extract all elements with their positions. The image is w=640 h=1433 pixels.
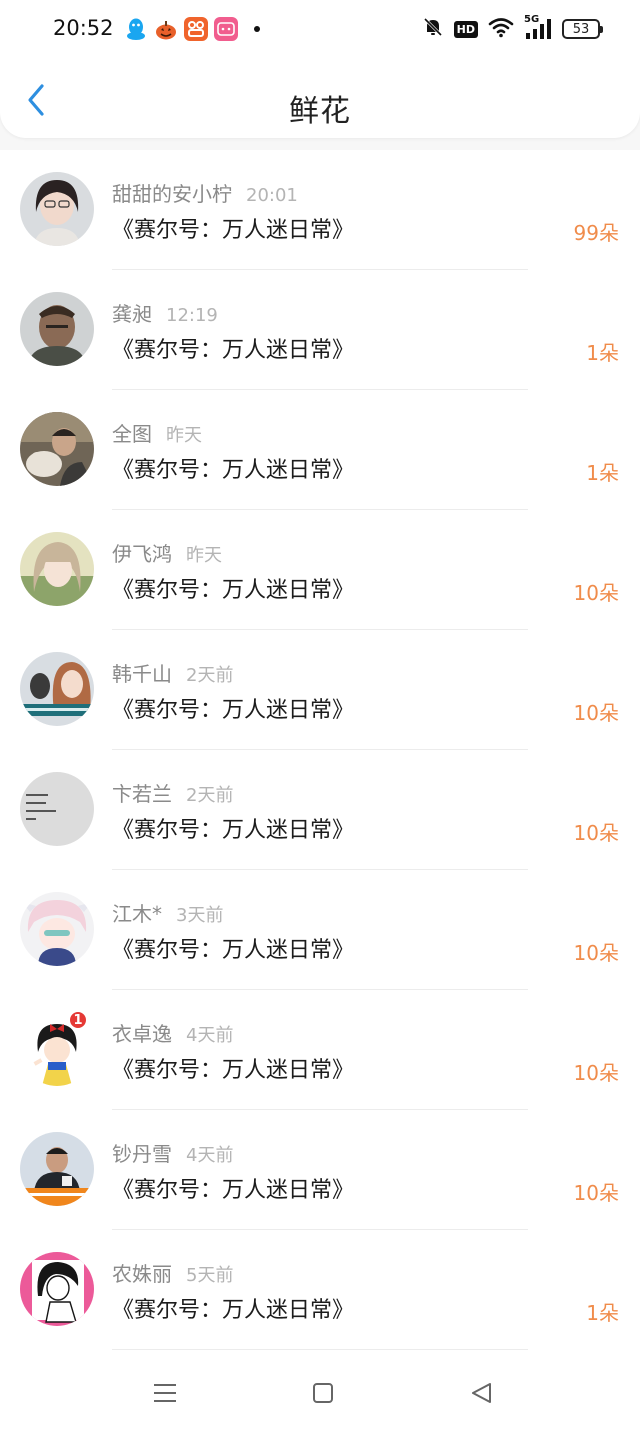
user-name: 农姝丽 5天前	[112, 1262, 234, 1286]
list-item[interactable]: 全图 昨天 《赛尔号：万人迷日常》 1朵	[0, 390, 640, 510]
timestamp: 4天前	[186, 1025, 234, 1046]
book-title: 《赛尔号：万人迷日常》	[112, 1178, 355, 1203]
book-title: 《赛尔号：万人迷日常》	[112, 698, 355, 723]
pink-app-icon	[214, 17, 238, 41]
pumpkin-app-icon	[154, 17, 178, 41]
flower-count: 10朵	[573, 581, 619, 605]
status-app-icons	[124, 16, 260, 42]
timestamp: 3天前	[176, 905, 224, 926]
notification-dot-icon	[254, 26, 260, 32]
book-title: 《赛尔号：万人迷日常》	[112, 818, 355, 843]
list-item[interactable]: 韩千山 2天前 《赛尔号：万人迷日常》 10朵	[0, 630, 640, 750]
user-name: 钞丹雪 4天前	[112, 1142, 234, 1166]
user-name: 全图 昨天	[112, 422, 202, 446]
avatar[interactable]	[20, 172, 94, 246]
timestamp: 4天前	[186, 1145, 234, 1166]
flower-count: 99朵	[573, 221, 619, 245]
book-title: 《赛尔号：万人迷日常》	[112, 1058, 355, 1083]
list-item[interactable]: 钞丹雪 4天前 《赛尔号：万人迷日常》 10朵	[0, 1110, 640, 1230]
status-time: 20:52	[53, 16, 114, 40]
timestamp: 5天前	[186, 1265, 234, 1286]
flower-count: 10朵	[573, 701, 619, 725]
qq-penguin-icon	[124, 17, 148, 41]
user-name: 衣卓逸 4天前	[112, 1022, 234, 1046]
triangle-back-icon	[472, 1383, 491, 1403]
back-nav-button[interactable]	[466, 1378, 496, 1408]
menu-icon	[154, 1384, 176, 1402]
signal-icon: 5G	[524, 14, 552, 40]
list-item[interactable]: 农姝丽 5天前 《赛尔号：万人迷日常》 1朵	[0, 1230, 640, 1350]
flower-count: 1朵	[586, 461, 619, 485]
list-item[interactable]: 伊飞鸿 昨天 《赛尔号：万人迷日常》 10朵	[0, 510, 640, 630]
book-title: 《赛尔号：万人迷日常》	[112, 578, 355, 603]
flower-list: 甜甜的安小柠 20:01 《赛尔号：万人迷日常》 99朵 龚昶 12:19 《赛尔号…	[0, 150, 640, 1350]
book-title: 《赛尔号：万人迷日常》	[112, 218, 355, 243]
page-title: 鲜花	[289, 94, 351, 129]
user-name: 甜甜的安小柠 20:01	[112, 182, 298, 206]
top-card: 20:52 HD 5G 53 鲜花	[0, 0, 640, 138]
flower-count: 10朵	[573, 941, 619, 965]
timestamp: 2天前	[186, 785, 234, 806]
timestamp: 2天前	[186, 665, 234, 686]
list-item[interactable]: 龚昶 12:19 《赛尔号：万人迷日常》 1朵	[0, 270, 640, 390]
hd-badge: HD	[453, 20, 478, 38]
list-item[interactable]: 江木* 3天前 《赛尔号：万人迷日常》 10朵	[0, 870, 640, 990]
nav-bar: 鲜花	[0, 58, 640, 138]
user-name: 卞若兰 2天前	[112, 782, 234, 806]
book-title: 《赛尔号：万人迷日常》	[112, 458, 355, 483]
list-item[interactable]: 卞若兰 2天前 《赛尔号：万人迷日常》 10朵	[0, 750, 640, 870]
flower-count: 10朵	[573, 1181, 619, 1205]
flower-count: 10朵	[573, 821, 619, 845]
book-title: 《赛尔号：万人迷日常》	[112, 338, 355, 363]
orange-app-icon	[184, 17, 208, 41]
list-item[interactable]: 甜甜的安小柠 20:01 《赛尔号：万人迷日常》 99朵	[0, 150, 640, 270]
user-name: 伊飞鸿 昨天	[112, 542, 222, 566]
timestamp: 12:19	[166, 305, 218, 326]
timestamp: 20:01	[246, 185, 298, 206]
book-title: 《赛尔号：万人迷日常》	[112, 1298, 355, 1323]
avatar[interactable]	[20, 1132, 94, 1206]
system-nav-bar	[0, 1350, 640, 1433]
menu-button[interactable]	[150, 1378, 180, 1408]
wifi-icon	[488, 16, 514, 42]
user-name: 江木* 3天前	[112, 902, 224, 926]
list-item[interactable]: 1 衣卓逸 4天前 《赛尔号：万人迷日常》 10朵	[0, 990, 640, 1110]
unread-badge: 1	[68, 1010, 88, 1030]
book-title: 《赛尔号：万人迷日常》	[112, 938, 355, 963]
flower-count: 10朵	[573, 1061, 619, 1085]
avatar[interactable]	[20, 652, 94, 726]
avatar[interactable]	[20, 412, 94, 486]
user-name: 龚昶 12:19	[112, 302, 218, 326]
avatar[interactable]	[20, 892, 94, 966]
mute-bell-icon	[422, 16, 444, 42]
timestamp: 昨天	[186, 545, 222, 566]
avatar[interactable]	[20, 1252, 94, 1326]
network-type-label: 5G	[524, 14, 540, 25]
avatar[interactable]	[20, 772, 94, 846]
timestamp: 昨天	[166, 425, 202, 446]
status-indicators: HD 5G 53	[422, 14, 603, 42]
flower-count: 1朵	[586, 341, 619, 365]
avatar[interactable]	[20, 292, 94, 366]
battery-level: 53	[572, 21, 590, 37]
user-name: 韩千山 2天前	[112, 662, 234, 686]
square-home-icon	[313, 1383, 333, 1403]
flower-count: 1朵	[586, 1301, 619, 1325]
home-button[interactable]	[308, 1378, 338, 1408]
avatar[interactable]	[20, 532, 94, 606]
status-bar: 20:52 HD 5G 53	[0, 0, 640, 58]
battery-icon: 53	[562, 19, 603, 39]
